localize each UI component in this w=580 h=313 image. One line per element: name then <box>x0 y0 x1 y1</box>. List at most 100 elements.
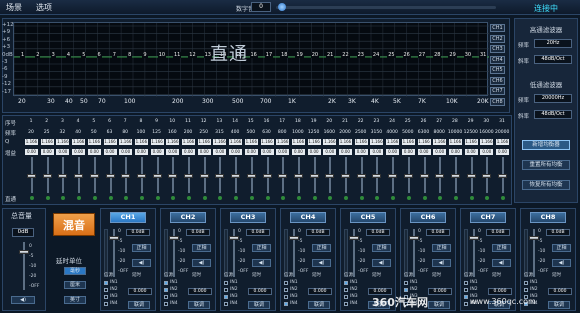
band-bypass-indicator[interactable] <box>30 196 34 200</box>
band-marker[interactable]: 6 <box>96 52 102 58</box>
master-mute-button[interactable]: ◀) <box>11 296 35 304</box>
band-marker[interactable]: 17 <box>264 52 274 58</box>
channel-input-checkbox[interactable] <box>164 295 168 299</box>
band-gain-field[interactable]: 0.00 <box>166 149 180 155</box>
channel-input-checkbox[interactable] <box>224 302 228 306</box>
channel-gain-value[interactable]: 0.0dB <box>126 229 150 236</box>
band-q-field[interactable]: 1.166 <box>354 139 368 145</box>
band-gain-knob[interactable] <box>388 174 398 178</box>
band-gain-field[interactable]: 0.00 <box>260 149 274 155</box>
band-marker[interactable]: 1 <box>20 52 26 58</box>
channel-gain-value[interactable]: 0.0dB <box>306 229 330 236</box>
band-gain-field[interactable]: 0.00 <box>119 149 133 155</box>
channel-input-checkbox[interactable] <box>344 288 348 292</box>
band-gain-field[interactable]: 0.00 <box>339 149 352 155</box>
band-gain-field[interactable]: 0.00 <box>182 149 195 155</box>
band-gain-knob[interactable] <box>482 174 492 178</box>
band-gain-knob[interactable] <box>42 174 52 178</box>
band-gain-knob[interactable] <box>309 174 319 178</box>
band-q-field[interactable]: 1.166 <box>87 139 101 145</box>
channel-gain-value[interactable]: 0.0dB <box>486 229 510 236</box>
band-frequency[interactable]: 3150 <box>369 130 383 135</box>
band-gain-knob[interactable] <box>168 174 178 178</box>
eq-response-graph[interactable]: 1 2 3 4 5 6 7 8 9 10 11 12 13 14 15 16 17 18 19 20 21 22 23 24 2… <box>13 22 489 97</box>
band-frequency[interactable]: 400 <box>228 130 242 135</box>
band-frequency[interactable]: 250 <box>197 130 211 135</box>
band-frequency[interactable]: 20 <box>24 130 38 135</box>
channel-delay-field[interactable]: 0.000 <box>188 288 212 295</box>
graph-channel-8-button[interactable]: CH8 <box>490 97 505 106</box>
band-q-field[interactable]: 1.166 <box>25 139 38 145</box>
channel-input-checkbox[interactable] <box>344 302 348 306</box>
channel-input-checkbox[interactable] <box>284 281 288 285</box>
graph-channel-3-button[interactable]: CH3 <box>490 45 505 53</box>
channel-input-checkbox[interactable] <box>104 281 108 285</box>
channel-link-button[interactable]: 联调 <box>428 301 450 309</box>
band-bypass-indicator[interactable] <box>155 196 160 200</box>
unit-inch-button[interactable]: 英寸 <box>64 296 86 304</box>
band-frequency[interactable]: 25 <box>40 130 54 135</box>
band-frequency[interactable]: 6300 <box>417 130 431 135</box>
band-q-field[interactable]: 1.166 <box>417 139 431 145</box>
master-volume-knob[interactable] <box>19 250 29 254</box>
channel-3-select-button[interactable]: CH3 <box>230 212 266 223</box>
band-gain-knob[interactable] <box>89 174 99 178</box>
graph-channel-1-button[interactable]: CH1 <box>490 24 505 32</box>
band-q-field[interactable]: 1.166 <box>291 139 305 145</box>
channel-input-checkbox[interactable] <box>224 295 228 299</box>
band-frequency[interactable]: 630 <box>260 130 274 135</box>
band-marker[interactable]: 27 <box>417 52 427 58</box>
band-frequency[interactable]: 200 <box>181 130 195 135</box>
band-gain-field[interactable]: 0.00 <box>213 149 227 155</box>
band-marker[interactable]: 29 <box>448 52 457 58</box>
channel-input-checkbox[interactable] <box>404 281 408 285</box>
band-gain-field[interactable]: 0.00 <box>370 149 384 155</box>
band-marker[interactable]: 4 <box>65 52 72 58</box>
band-q-field[interactable]: 1.166 <box>464 139 478 145</box>
channel-link-button[interactable]: 联调 <box>128 301 150 309</box>
band-marker[interactable]: 12 <box>188 52 197 58</box>
band-frequency[interactable]: 800 <box>275 130 289 135</box>
band-gain-field[interactable]: 0.00 <box>25 149 38 155</box>
band-frequency[interactable]: 63 <box>103 130 117 135</box>
menu-options[interactable]: 选项 <box>36 2 52 13</box>
band-marker[interactable]: 28 <box>433 52 442 58</box>
band-bypass-indicator[interactable] <box>406 196 411 200</box>
band-gain-knob[interactable] <box>341 174 350 178</box>
band-frequency[interactable]: 2500 <box>354 130 368 135</box>
graph-channel-4-button[interactable]: CH4 <box>490 55 505 64</box>
band-q-field[interactable]: 1.166 <box>150 139 164 145</box>
band-gain-knob[interactable] <box>466 174 476 178</box>
lp-freq-field[interactable]: 20000Hz <box>534 94 572 103</box>
band-gain-knob[interactable] <box>152 174 162 178</box>
graph-channel-6-button[interactable]: CH6 <box>490 76 505 85</box>
band-marker[interactable]: 25 <box>387 52 396 58</box>
band-marker[interactable]: 23 <box>356 52 365 58</box>
band-q-field[interactable]: 1.166 <box>480 139 494 145</box>
band-q-field[interactable]: 1.166 <box>496 139 509 145</box>
graph-channel-7-button[interactable]: CH7 <box>490 87 505 95</box>
band-q-field[interactable]: 1.166 <box>119 139 133 145</box>
graph-channel-2-button[interactable]: CH2 <box>490 34 505 43</box>
band-q-field[interactable]: 1.166 <box>276 139 290 145</box>
channel-4-select-button[interactable]: CH4 <box>290 212 326 223</box>
channel-input-checkbox[interactable] <box>284 302 288 306</box>
channel-8-select-button[interactable]: CH8 <box>530 212 566 223</box>
band-gain-field[interactable]: 0.00 <box>291 149 305 155</box>
band-gain-knob[interactable] <box>278 174 288 178</box>
channel-phase-button[interactable]: 正相 <box>372 244 391 252</box>
channel-input-checkbox[interactable] <box>404 288 408 292</box>
band-frequency[interactable]: 125 <box>150 130 164 135</box>
band-marker[interactable]: 20 <box>310 52 320 58</box>
band-q-field[interactable]: 1.166 <box>244 139 258 145</box>
band-marker[interactable]: 10 <box>157 52 167 58</box>
band-frequency[interactable]: 5000 <box>401 130 415 135</box>
band-frequency[interactable]: 16000 <box>479 130 493 135</box>
channel-delay-field[interactable]: 0.000 <box>248 288 272 295</box>
unit-cm-button[interactable]: 厘米 <box>64 281 86 289</box>
band-bypass-indicator[interactable] <box>344 196 348 200</box>
band-q-field[interactable]: 1.166 <box>433 139 447 145</box>
band-frequency[interactable]: 50 <box>87 130 101 135</box>
band-q-field[interactable]: 1.166 <box>370 139 384 145</box>
channel-link-button[interactable]: 联调 <box>308 301 330 309</box>
